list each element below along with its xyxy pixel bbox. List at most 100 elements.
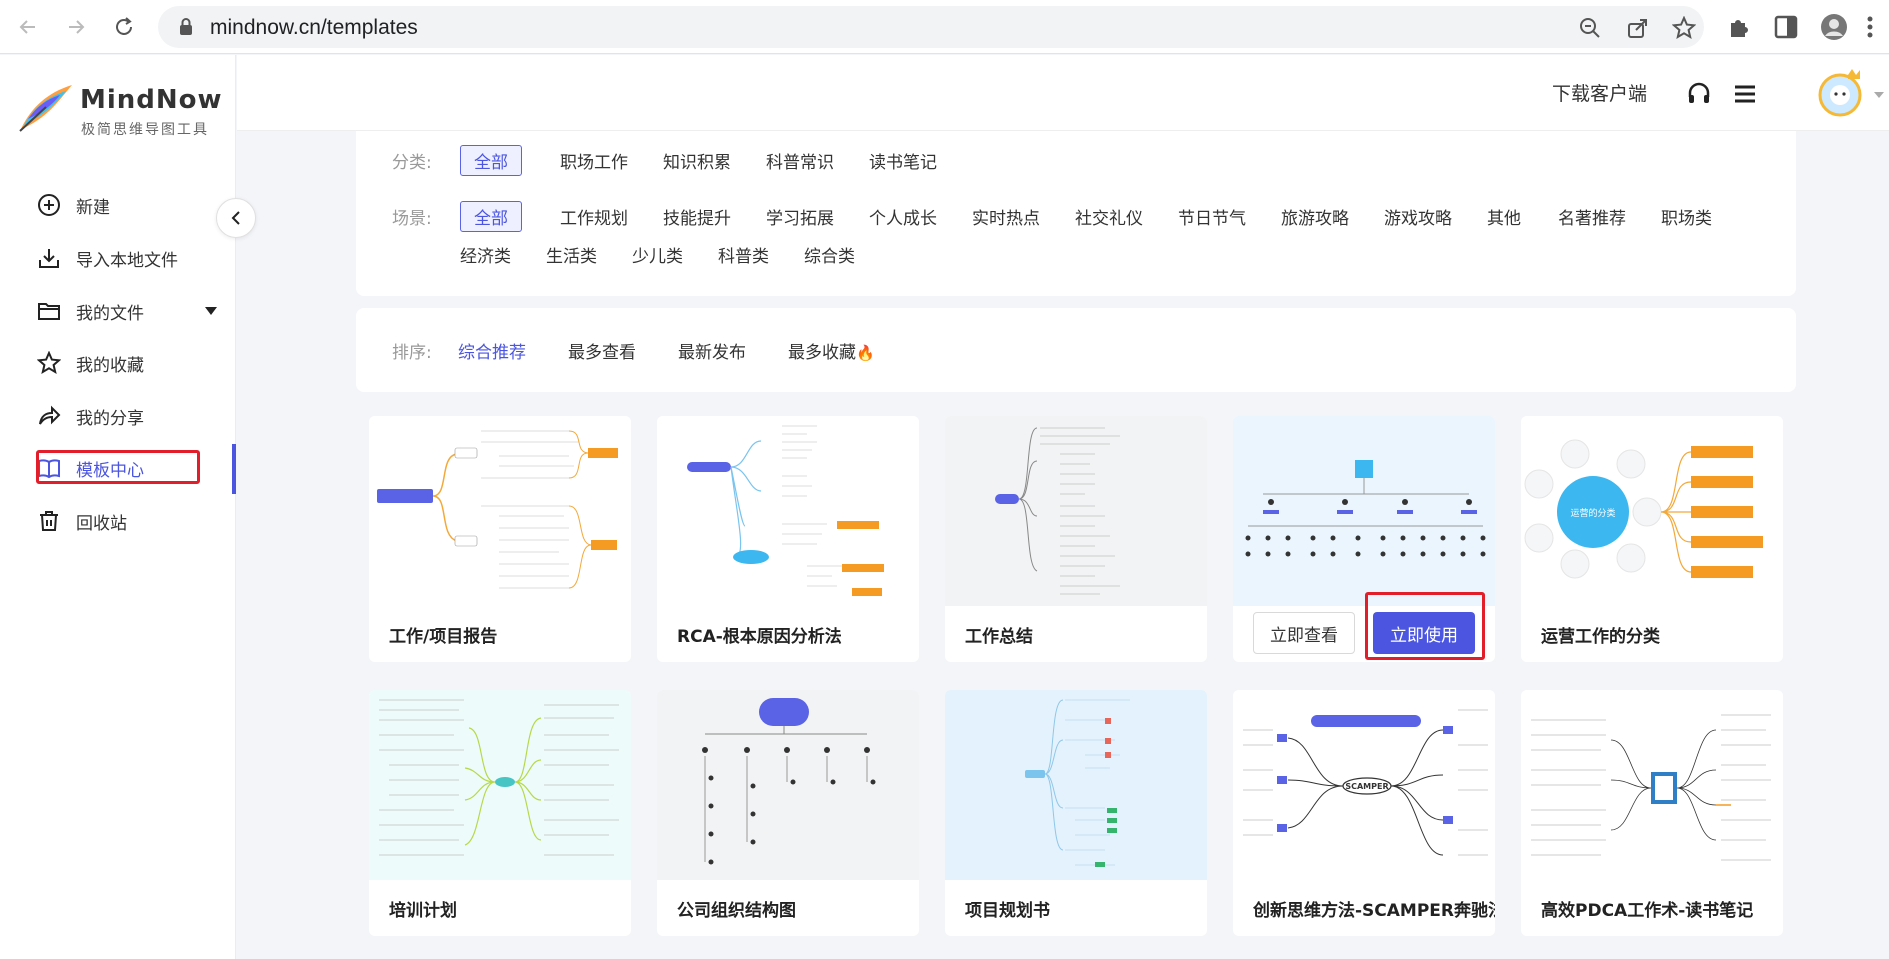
- headset-icon[interactable]: [1685, 80, 1713, 108]
- share-page-icon[interactable]: [1626, 16, 1650, 40]
- scene-tag[interactable]: 实时热点: [972, 204, 1040, 229]
- extensions-icon[interactable]: [1725, 13, 1753, 41]
- sidebar-item-shared[interactable]: 我的分享: [36, 398, 144, 434]
- center-node-label: SCAMPER: [1345, 782, 1388, 791]
- card-title: 运营工作的分类: [1541, 627, 1660, 647]
- browser-toolbar: mindnow.cn/templates: [0, 0, 1889, 54]
- mindmap-thumbnail: [1521, 690, 1783, 880]
- sort-newest[interactable]: 最新发布: [678, 338, 746, 363]
- more-vertical-icon[interactable]: [1856, 13, 1884, 41]
- template-card[interactable]: 工作/项目报告: [369, 416, 631, 662]
- scene-tag[interactable]: 旅游攻略: [1281, 204, 1349, 229]
- scene-label: 场景:: [392, 209, 432, 229]
- caret-down-icon[interactable]: [205, 307, 217, 315]
- template-card[interactable]: 培训计划: [369, 690, 631, 936]
- template-card[interactable]: RCA-根本原因分析法: [657, 416, 919, 662]
- mindmap-thumbnail: [369, 416, 631, 606]
- sort-most-viewed[interactable]: 最多查看: [568, 338, 636, 363]
- mindmap-thumbnail: [945, 416, 1207, 606]
- collapse-sidebar-button[interactable]: [216, 198, 256, 238]
- chevron-left-icon: [231, 211, 240, 225]
- view-now-button[interactable]: 立即查看: [1253, 612, 1355, 654]
- zoom-icon[interactable]: [1578, 16, 1602, 40]
- scene-tag[interactable]: 少儿类: [632, 242, 683, 267]
- scene-tag[interactable]: 游戏攻略: [1384, 204, 1452, 229]
- back-button[interactable]: [12, 11, 44, 43]
- menu-icon[interactable]: [1731, 80, 1759, 108]
- folder-icon: [36, 298, 62, 324]
- download-client-link[interactable]: 下载客户端: [1552, 79, 1647, 106]
- brand-name: MindNow: [80, 85, 223, 115]
- sidebar-item-new[interactable]: 新建: [36, 187, 110, 223]
- card-title: 培训计划: [389, 901, 457, 921]
- scene-tag[interactable]: 个人成长: [869, 204, 937, 229]
- reload-icon: [116, 17, 132, 35]
- mindmap-thumbnail: [657, 416, 919, 606]
- sidebar-item-trash[interactable]: 回收站: [36, 503, 127, 539]
- scene-tag[interactable]: 社交礼仪: [1075, 204, 1143, 229]
- scene-tag[interactable]: 生活类: [546, 242, 597, 267]
- user-avatar[interactable]: [1812, 65, 1884, 123]
- sort-most-favorited[interactable]: 最多收藏🔥: [788, 338, 875, 363]
- highlight-box: [36, 450, 200, 484]
- scene-tag[interactable]: 技能提升: [663, 204, 731, 229]
- template-card[interactable]: SCAMPER 创新思维方法-SCAMPER奔驰法: [1233, 690, 1495, 936]
- template-card[interactable]: 运营的分类 运营工作的分类: [1521, 416, 1783, 662]
- scene-tag[interactable]: 科普类: [718, 242, 769, 267]
- sort-panel: 排序: 综合推荐 最多查看 最新发布 最多收藏🔥: [356, 308, 1796, 392]
- caret-down-icon: [1874, 92, 1884, 98]
- template-card[interactable]: 高效PDCA工作术-读书笔记: [1521, 690, 1783, 936]
- scene-tag[interactable]: 名著推荐: [1558, 204, 1626, 229]
- bookmark-star-icon[interactable]: [1672, 16, 1696, 40]
- category-reading[interactable]: 读书笔记: [869, 148, 937, 173]
- forward-button[interactable]: [60, 11, 92, 43]
- card-title: 工作/项目报告: [389, 627, 498, 647]
- mindmap-thumbnail: 运营的分类: [1521, 416, 1783, 606]
- template-card[interactable]: 项目规划书: [945, 690, 1207, 936]
- reload-button[interactable]: [108, 11, 140, 43]
- sidebar-item-label: 新建: [76, 197, 110, 218]
- scene-tag[interactable]: 职场类: [1661, 204, 1712, 229]
- card-title: RCA-根本原因分析法: [677, 627, 842, 647]
- category-workplace[interactable]: 职场工作: [560, 148, 628, 173]
- url-text: mindnow.cn/templates: [210, 16, 418, 39]
- scene-tag[interactable]: 综合类: [804, 242, 855, 267]
- center-node-label: 运营的分类: [1570, 507, 1615, 519]
- scene-tag[interactable]: 节日节气: [1178, 204, 1246, 229]
- sort-recommended[interactable]: 综合推荐: [458, 338, 526, 363]
- address-bar[interactable]: mindnow.cn/templates: [158, 6, 1704, 48]
- active-indicator: [232, 444, 236, 494]
- brand-logo[interactable]: MindNow 极简思维导图工具: [16, 79, 226, 139]
- sidebar-item-label: 回收站: [76, 513, 127, 534]
- scene-all[interactable]: 全部: [460, 201, 522, 232]
- sidebar-item-my-files[interactable]: 我的文件: [36, 293, 144, 329]
- plus-circle-icon: [36, 192, 62, 218]
- template-card[interactable]: 公司组织结构图: [657, 690, 919, 936]
- scene-tag[interactable]: 学习拓展: [766, 204, 834, 229]
- mindmap-thumbnail: [369, 690, 631, 880]
- arrow-left-icon: [19, 20, 35, 34]
- import-icon: [36, 245, 62, 271]
- card-title: 公司组织结构图: [677, 901, 796, 921]
- brand-tagline: 极简思维导图工具: [81, 122, 209, 138]
- sidebar-item-favorites[interactable]: 我的收藏: [36, 345, 144, 381]
- category-science[interactable]: 科普常识: [766, 148, 834, 173]
- sidebar: MindNow 极简思维导图工具 新建 导入本地文件 我的文件 我的收藏 我的分…: [0, 55, 236, 959]
- sidebar-item-import[interactable]: 导入本地文件: [36, 240, 178, 276]
- sidebar-item-label: 我的收藏: [76, 355, 144, 376]
- share-icon: [36, 403, 62, 429]
- category-knowledge[interactable]: 知识积累: [663, 148, 731, 173]
- mindmap-thumbnail: [945, 690, 1207, 880]
- side-panel-icon[interactable]: [1772, 13, 1800, 41]
- category-all[interactable]: 全部: [460, 145, 522, 176]
- scene-tag[interactable]: 工作规划: [560, 204, 628, 229]
- app-header: 下载客户端: [237, 55, 1889, 131]
- trash-icon: [36, 508, 62, 534]
- fire-icon: 🔥: [856, 344, 875, 362]
- scene-tag[interactable]: 经济类: [460, 242, 511, 267]
- sidebar-item-label: 导入本地文件: [76, 250, 178, 271]
- org-chart-thumbnail: [657, 690, 919, 880]
- template-card[interactable]: 工作总结: [945, 416, 1207, 662]
- profile-icon[interactable]: [1820, 13, 1848, 41]
- scene-tag[interactable]: 其他: [1487, 204, 1521, 229]
